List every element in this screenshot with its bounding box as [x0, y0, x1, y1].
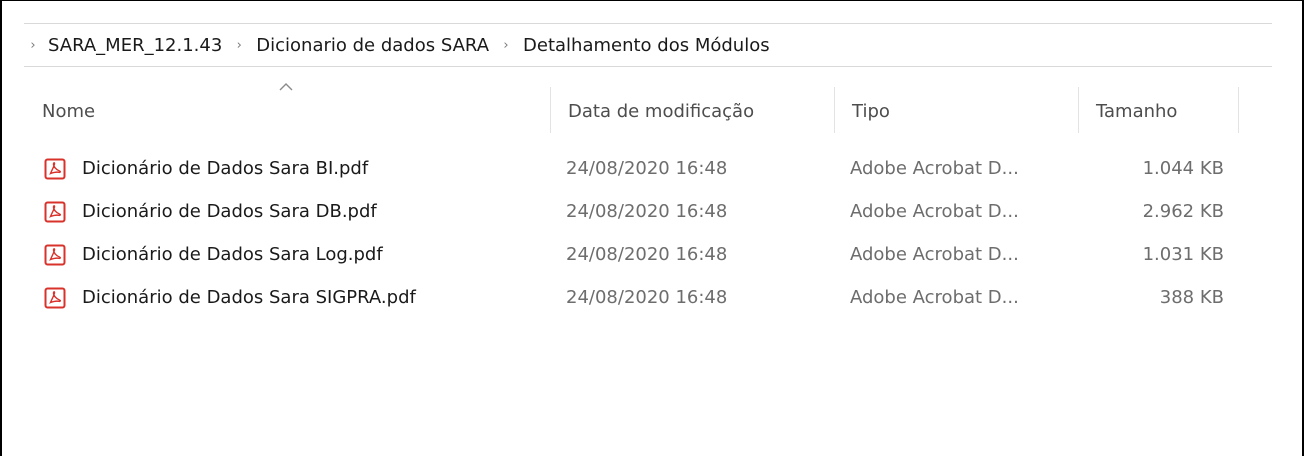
file-size: 2.962 KB	[1142, 201, 1224, 222]
breadcrumb-item-sara-mer[interactable]: SARA_MER_12.1.43	[48, 35, 222, 56]
file-size: 1.044 KB	[1142, 158, 1224, 179]
column-header-size[interactable]: Tamanho	[1078, 87, 1238, 139]
file-type: Adobe Acrobat D...	[850, 201, 1019, 222]
column-header-date[interactable]: Data de modificação	[550, 87, 834, 139]
breadcrumb[interactable]: › SARA_MER_12.1.43 › Dicionario de dados…	[24, 23, 1272, 67]
file-size: 1.031 KB	[1142, 244, 1224, 265]
column-divider[interactable]	[1238, 87, 1239, 133]
file-size: 388 KB	[1159, 287, 1224, 308]
column-header-type[interactable]: Tipo	[834, 87, 1078, 139]
file-row[interactable]: Dicionário de Dados Sara Log.pdf 24/08/2…	[24, 233, 1272, 276]
file-list: Dicionário de Dados Sara BI.pdf 24/08/20…	[24, 147, 1272, 319]
pdf-icon	[44, 201, 66, 222]
chevron-right-icon[interactable]: ›	[234, 38, 244, 53]
file-date: 24/08/2020 16:48	[566, 287, 728, 308]
pdf-icon	[44, 158, 66, 179]
file-row[interactable]: Dicionário de Dados Sara DB.pdf 24/08/20…	[24, 190, 1272, 233]
chevron-right-icon[interactable]: ›	[501, 38, 511, 53]
file-row[interactable]: Dicionário de Dados Sara BI.pdf 24/08/20…	[24, 147, 1272, 190]
file-date: 24/08/2020 16:48	[566, 244, 728, 265]
file-type: Adobe Acrobat D...	[850, 158, 1019, 179]
column-header-name[interactable]: Nome	[24, 87, 550, 139]
file-type: Adobe Acrobat D...	[850, 244, 1019, 265]
breadcrumb-item-dicionario[interactable]: Dicionario de dados SARA	[256, 35, 489, 56]
pdf-icon	[44, 244, 66, 265]
file-row[interactable]: Dicionário de Dados Sara SIGPRA.pdf 24/0…	[24, 276, 1272, 319]
file-date: 24/08/2020 16:48	[566, 201, 728, 222]
explorer-window: › SARA_MER_12.1.43 › Dicionario de dados…	[0, 0, 1304, 456]
pdf-icon	[44, 287, 66, 308]
file-name: Dicionário de Dados Sara DB.pdf	[82, 201, 377, 222]
file-type: Adobe Acrobat D...	[850, 287, 1019, 308]
file-name: Dicionário de Dados Sara Log.pdf	[82, 244, 383, 265]
breadcrumb-item-detalhamento[interactable]: Detalhamento dos Módulos	[523, 35, 770, 56]
column-header-row: Nome Data de modificação Tipo Tamanho	[24, 87, 1272, 139]
file-date: 24/08/2020 16:48	[566, 158, 728, 179]
file-name: Dicionário de Dados Sara BI.pdf	[82, 158, 369, 179]
chevron-right-icon[interactable]: ›	[28, 38, 38, 53]
file-name: Dicionário de Dados Sara SIGPRA.pdf	[82, 287, 416, 308]
